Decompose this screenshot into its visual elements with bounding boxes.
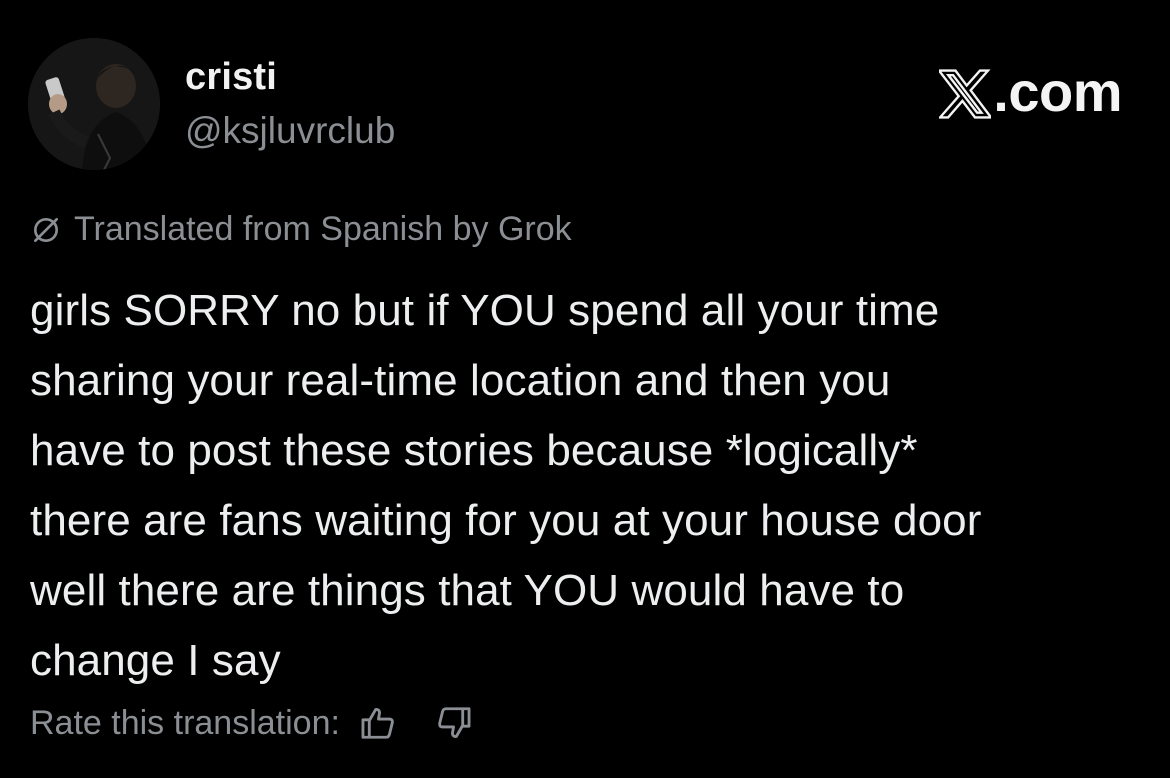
post-text-line: sharing your real-time location and then… xyxy=(30,356,891,405)
translation-notice-text: Translated from Spanish by Grok xyxy=(74,210,572,248)
brand-domain: .com xyxy=(993,60,1122,123)
x-logo-icon xyxy=(939,69,992,119)
thumbs-up-button[interactable] xyxy=(358,703,398,743)
rate-translation-label: Rate this translation: xyxy=(30,703,340,742)
translation-notice: Translated from Spanish by Grok xyxy=(30,210,572,249)
rate-translation: Rate this translation: xyxy=(30,703,474,743)
avatar-image xyxy=(28,38,160,170)
post-header: cristi @ksjluvrclub .com xyxy=(28,38,1122,170)
post-text-line: there are fans waiting for you at your h… xyxy=(30,496,982,545)
author-name[interactable]: cristi xyxy=(185,56,277,99)
author-handle[interactable]: @ksjluvrclub xyxy=(185,110,395,152)
avatar[interactable] xyxy=(28,38,160,170)
brand-logo: .com xyxy=(939,60,1122,120)
post-body: girls SORRY no but if YOU spend all your… xyxy=(30,276,1150,696)
thumbs-up-icon xyxy=(361,708,394,739)
post-text-line: change I say xyxy=(30,636,281,685)
translate-icon xyxy=(34,217,58,242)
post-text-line: have to post these stories because *logi… xyxy=(30,426,918,475)
post-text-line: well there are things that YOU would hav… xyxy=(30,566,905,615)
thumbs-down-button[interactable] xyxy=(434,703,474,743)
post-text-line: girls SORRY no but if YOU spend all your… xyxy=(30,286,940,335)
thumbs-down-icon xyxy=(438,707,471,738)
